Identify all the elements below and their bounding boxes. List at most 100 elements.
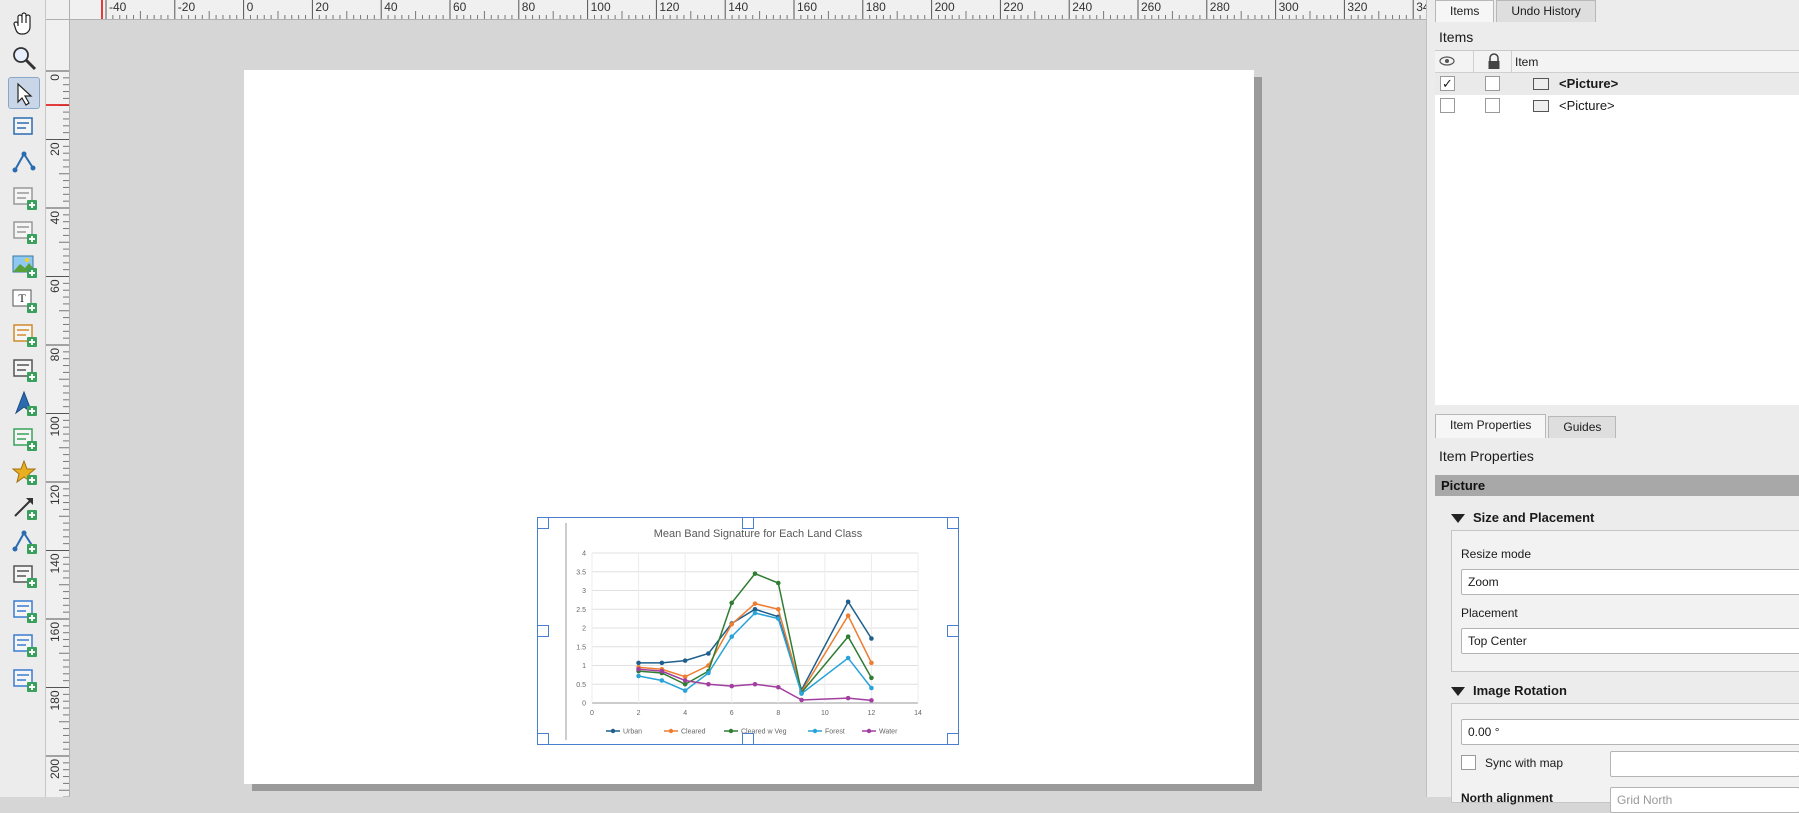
add-picture-icon[interactable] (8, 249, 40, 281)
visibility-checkbox[interactable] (1440, 98, 1455, 113)
ruler-tick-label: -20 (174, 0, 238, 19)
svg-text:340: 340 (1416, 0, 1426, 14)
data-point (845, 599, 851, 605)
placement-select[interactable]: Top Center (1461, 628, 1799, 654)
resize-handle-bottom[interactable] (742, 733, 754, 745)
add-marker-icon[interactable] (8, 456, 40, 488)
rotation-spinbox[interactable]: 0.00 ° (1461, 719, 1799, 745)
add-scalebar-icon[interactable] (8, 353, 40, 385)
data-point (869, 636, 874, 641)
ruler-tick-label: 180 (862, 0, 926, 19)
item-row[interactable]: <Picture> (1435, 95, 1799, 117)
add-legend-icon[interactable] (8, 318, 40, 350)
add-attribute-table-icon[interactable] (8, 594, 40, 626)
collapse-triangle-icon[interactable] (1451, 514, 1465, 524)
item-name[interactable]: <Picture> (1559, 98, 1615, 113)
ruler-tick-label: 100 (587, 0, 651, 19)
north-alignment-select[interactable]: Grid North (1610, 787, 1799, 813)
add-node-item-icon[interactable] (8, 525, 40, 557)
data-point (706, 681, 711, 687)
data-point (729, 634, 735, 639)
visibility-checkbox[interactable]: ✓ (1440, 76, 1455, 91)
add-3d-map-icon[interactable] (8, 215, 40, 247)
svg-text:160: 160 (797, 0, 817, 14)
ruler-tick-label: 240 (1068, 0, 1132, 19)
data-point (869, 698, 874, 703)
svg-text:60: 60 (453, 0, 467, 14)
edit-nodes-icon[interactable] (8, 146, 40, 178)
resize-handle-top[interactable] (742, 517, 754, 529)
chart-title: Mean Band Signature for Each Land Class (654, 528, 863, 540)
items-title: Items (1439, 29, 1474, 45)
size-placement-group[interactable]: Size and Placement (1451, 510, 1594, 525)
svg-text:120: 120 (659, 0, 679, 14)
svg-text:200: 200 (48, 759, 62, 779)
add-elevation-profile-icon[interactable] (8, 663, 40, 695)
x-tick-label: 4 (683, 710, 687, 717)
tab-item-properties[interactable]: Item Properties (1435, 414, 1547, 438)
layout-canvas[interactable]: Mean Band Signature for Each Land Class … (70, 20, 1426, 797)
data-point (706, 651, 711, 656)
add-fixed-table-icon[interactable] (8, 628, 40, 660)
add-shape-icon[interactable] (8, 422, 40, 454)
picture-item-selected[interactable]: Mean Band Signature for Each Land Class … (537, 517, 959, 745)
tab-undo-history[interactable]: Undo History (1496, 0, 1596, 22)
sync-map-select[interactable] (1610, 751, 1799, 777)
data-point (752, 610, 758, 616)
ruler-tick-label: 20 (46, 139, 69, 202)
data-point (659, 668, 665, 674)
item-name[interactable]: <Picture> (1559, 76, 1618, 91)
ruler-tick-label: 340 (1412, 0, 1426, 19)
add-map-icon[interactable] (8, 181, 40, 213)
placement-label: Placement (1461, 606, 1518, 620)
picture-icon (1533, 78, 1549, 90)
zoom-icon[interactable] (8, 42, 40, 74)
series-line (638, 572, 873, 695)
add-label-icon[interactable]: T (8, 284, 40, 316)
resize-handle-top-right[interactable] (947, 517, 959, 529)
data-point (682, 688, 688, 693)
lock-checkbox[interactable] (1485, 98, 1500, 113)
x-tick-label: 12 (868, 710, 876, 717)
move-content-icon[interactable] (8, 111, 40, 143)
svg-text:40: 40 (384, 0, 398, 14)
data-point (682, 678, 688, 683)
lock-checkbox[interactable] (1485, 76, 1500, 91)
svg-text:140: 140 (728, 0, 748, 14)
x-tick-label: 0 (590, 710, 594, 717)
top-tabbar: Items Undo History (1435, 0, 1598, 22)
resize-handle-top-left[interactable] (537, 517, 549, 529)
resize-handle-bottom-right[interactable] (947, 733, 959, 745)
resize-mode-select[interactable]: Zoom (1461, 569, 1799, 595)
tab-guides[interactable]: Guides (1548, 416, 1617, 438)
data-point (869, 685, 874, 691)
eye-icon (1439, 54, 1455, 71)
ruler-tick-label: 280 (1206, 0, 1270, 19)
svg-text:60: 60 (48, 279, 62, 293)
vertical-ruler[interactable]: 0 20 40 60 80 100 120 140 160 180 200 (46, 20, 70, 797)
horizontal-ruler[interactable]: -40 -20 0 20 40 60 80 100 120 140 160 180 200 220 240 2… (70, 0, 1426, 20)
item-row[interactable]: ✓ <Picture> (1435, 73, 1799, 95)
collapse-triangle-icon[interactable] (1451, 687, 1465, 697)
resize-handle-right[interactable] (947, 625, 959, 637)
legend-label: Water (879, 729, 898, 736)
pan-icon[interactable] (8, 8, 40, 40)
add-arrow-icon[interactable] (8, 491, 40, 523)
ruler-tick-label: 20 (311, 0, 375, 19)
size-placement-box: Resize mode Zoom Placement Top Center (1451, 530, 1799, 672)
ruler-tick-label: 260 (1137, 0, 1201, 19)
resize-handle-bottom-left[interactable] (537, 733, 549, 745)
tab-items[interactable]: Items (1435, 0, 1495, 22)
data-point (636, 666, 641, 672)
ruler-tick-label: 60 (46, 276, 69, 339)
data-point (659, 660, 665, 666)
ruler-tick-label: 40 (380, 0, 444, 19)
select-move-icon[interactable] (8, 77, 40, 109)
sync-with-map-checkbox[interactable] (1461, 755, 1476, 770)
image-rotation-group[interactable]: Image Rotation (1451, 683, 1567, 698)
add-north-arrow-icon[interactable] (8, 387, 40, 419)
item-column-header[interactable]: Item (1515, 55, 1538, 69)
add-html-icon[interactable] (8, 559, 40, 591)
resize-handle-left[interactable] (537, 625, 549, 637)
svg-text:280: 280 (1210, 0, 1230, 14)
